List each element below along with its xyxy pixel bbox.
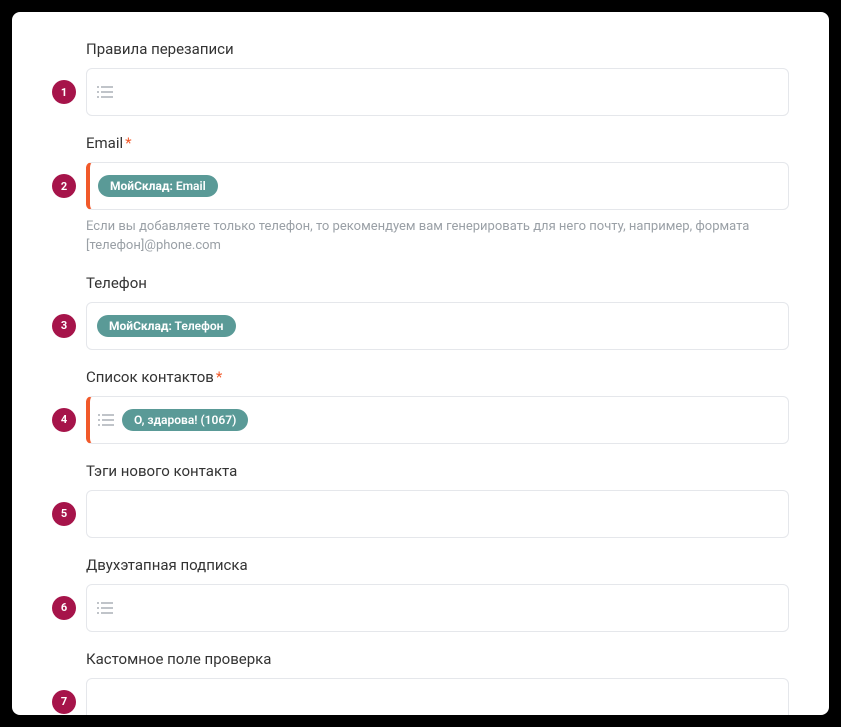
field-label-text: Список контактов — [86, 368, 214, 386]
field-row: 2 МойСклад: Email — [52, 162, 789, 210]
field-label: Email* — [86, 134, 789, 152]
field-label: Тэги нового контакта — [86, 462, 789, 480]
field-input[interactable] — [86, 678, 789, 715]
step-badge: 1 — [52, 80, 76, 104]
field-group: Правила перезаписи 1 — [52, 40, 789, 116]
list-icon — [97, 85, 113, 99]
field-row: 5 — [52, 490, 789, 538]
field-row: 7 — [52, 678, 789, 715]
field-row: 1 — [52, 68, 789, 116]
step-badge: 2 — [52, 174, 76, 198]
tag-prefix: МойСклад: — [109, 319, 172, 333]
tag-text: Телефон — [172, 319, 224, 333]
step-badge: 7 — [52, 690, 76, 714]
field-label-text: Телефон — [86, 274, 147, 292]
form-card: Правила перезаписи1Email*2МойСклад: Emai… — [12, 12, 829, 715]
field-group: Список контактов* 4 О, здарова! (1067) — [52, 368, 789, 444]
tag-prefix: МойСклад: — [110, 179, 173, 193]
required-mark: * — [125, 134, 131, 152]
field-label: Двухэтапная подписка — [86, 556, 789, 574]
field-input[interactable]: МойСклад: Телефон — [86, 302, 789, 350]
field-input[interactable] — [86, 68, 789, 116]
step-badge: 4 — [52, 408, 76, 432]
field-input[interactable]: О, здарова! (1067) — [86, 396, 789, 444]
step-badge: 3 — [52, 314, 76, 338]
field-label: Телефон — [86, 274, 789, 292]
list-icon — [97, 601, 113, 615]
field-label-text: Email — [86, 134, 123, 152]
tag-text: О, здарова! (1067) — [134, 413, 236, 427]
field-label-text: Кастомное поле проверка — [86, 650, 271, 668]
list-icon — [98, 413, 114, 427]
help-text: Если вы добавляете только телефон, то ре… — [86, 218, 766, 256]
field-label: Правила перезаписи — [86, 40, 789, 58]
field-tag[interactable]: МойСклад: Телефон — [97, 315, 236, 337]
field-input[interactable] — [86, 490, 789, 538]
step-badge: 6 — [52, 596, 76, 620]
field-group: Тэги нового контакта 5 — [52, 462, 789, 538]
field-input[interactable]: МойСклад: Email — [86, 162, 789, 210]
field-row: 3 МойСклад: Телефон — [52, 302, 789, 350]
field-label: Кастомное поле проверка — [86, 650, 789, 668]
required-mark: * — [216, 368, 222, 386]
field-label-text: Двухэтапная подписка — [86, 556, 248, 574]
field-label-text: Правила перезаписи — [86, 40, 234, 58]
field-tag[interactable]: МойСклад: Email — [98, 175, 218, 197]
field-label: Список контактов* — [86, 368, 789, 386]
field-row: 4 О, здарова! (1067) — [52, 396, 789, 444]
field-group: Кастомное поле проверка 7 — [52, 650, 789, 715]
field-group: Телефон 3 МойСклад: Телефон — [52, 274, 789, 350]
field-label-text: Тэги нового контакта — [86, 462, 237, 480]
step-badge: 5 — [52, 502, 76, 526]
field-group: Двухэтапная подписка 6 — [52, 556, 789, 632]
field-group: Email*2МойСклад: EmailЕсли вы добавляете… — [52, 134, 789, 256]
field-tag[interactable]: О, здарова! (1067) — [122, 409, 248, 431]
tag-text: Email — [173, 179, 206, 193]
field-row: 6 — [52, 584, 789, 632]
field-input[interactable] — [86, 584, 789, 632]
